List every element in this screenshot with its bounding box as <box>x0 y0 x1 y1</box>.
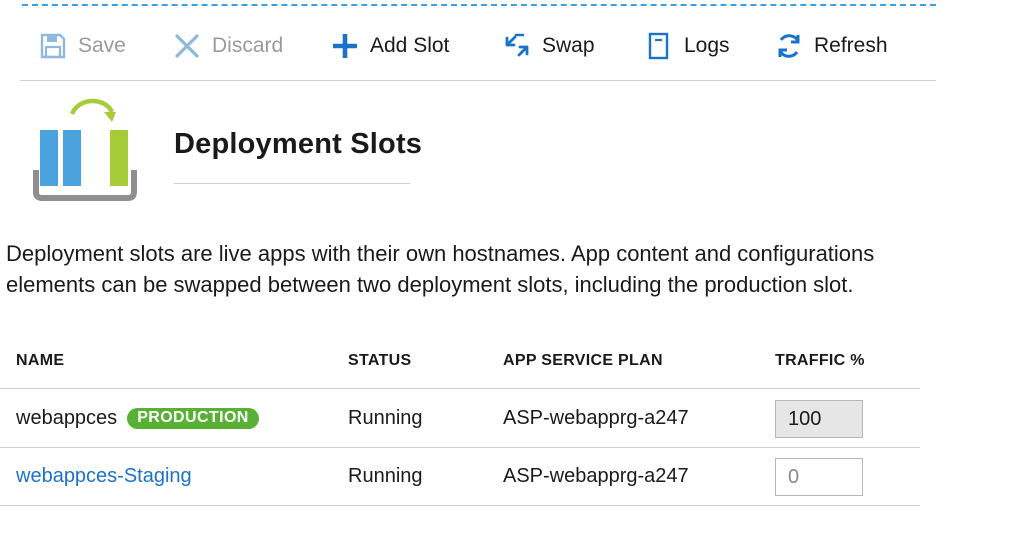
header-name: NAME <box>16 352 65 369</box>
logs-label: Logs <box>684 34 730 57</box>
table-row-staging: webappces-Staging Running ASP-webapprg-a… <box>0 448 920 506</box>
save-button[interactable]: Save <box>38 26 126 66</box>
command-toolbar: Save Discard Add Slot Swap Logs Refresh <box>20 20 936 81</box>
header-status: STATUS <box>348 352 412 369</box>
table-header: NAME STATUS APP SERVICE PLAN TRAFFIC % <box>0 344 920 389</box>
swap-label: Swap <box>542 34 595 57</box>
save-icon <box>38 31 68 61</box>
top-dashed-divider <box>22 4 936 6</box>
add-slot-label: Add Slot <box>370 34 450 57</box>
traffic-input-production <box>775 400 863 438</box>
title-underline <box>174 183 410 184</box>
traffic-input-staging[interactable] <box>775 458 863 496</box>
slot-plan: ASP-webapprg-a247 <box>503 407 689 429</box>
slot-status: Running <box>348 465 423 487</box>
slot-plan: ASP-webapprg-a247 <box>503 465 689 487</box>
deployment-slots-icon <box>30 96 144 204</box>
logs-document-icon <box>644 31 674 61</box>
refresh-label: Refresh <box>814 34 888 57</box>
page-description: Deployment slots are live apps with thei… <box>6 238 1018 300</box>
logs-button[interactable]: Logs <box>644 26 730 66</box>
slot-name-cell: webappces PRODUCTION <box>16 407 259 430</box>
description-line-2: elements can be swapped between two depl… <box>6 272 854 297</box>
swap-button[interactable]: Swap <box>502 26 595 66</box>
description-line-1: Deployment slots are live apps with thei… <box>6 241 875 266</box>
header-app-service-plan: APP SERVICE PLAN <box>503 352 663 369</box>
refresh-icon <box>774 31 804 61</box>
production-badge: PRODUCTION <box>127 408 259 429</box>
save-label: Save <box>78 34 126 57</box>
slot-name-link[interactable]: webappces-Staging <box>16 465 192 488</box>
discard-label: Discard <box>212 34 284 57</box>
add-slot-button[interactable]: Add Slot <box>330 26 449 66</box>
refresh-button[interactable]: Refresh <box>774 26 888 66</box>
plus-icon <box>330 31 360 61</box>
slot-status: Running <box>348 407 423 429</box>
slot-name: webappces <box>16 407 118 429</box>
header-traffic: TRAFFIC % <box>775 352 865 369</box>
discard-button[interactable]: Discard <box>172 26 283 66</box>
swap-arrows-icon <box>502 31 532 61</box>
page-title: Deployment Slots <box>174 128 423 160</box>
table-row-production: webappces PRODUCTION Running ASP-webapprg… <box>0 390 920 448</box>
discard-x-icon <box>172 31 202 61</box>
